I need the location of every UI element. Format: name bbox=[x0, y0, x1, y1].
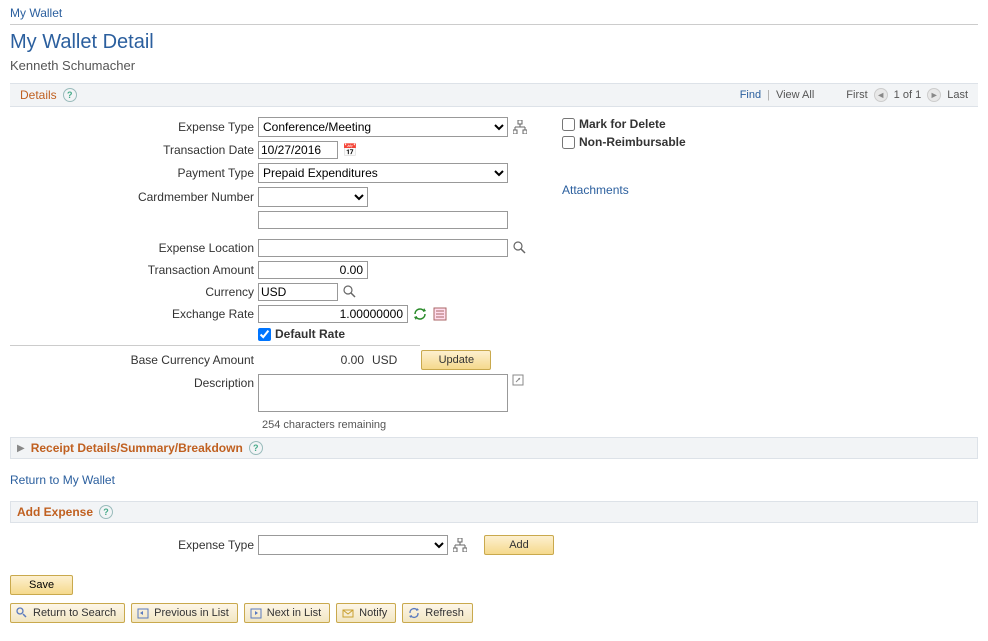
search-icon bbox=[15, 606, 29, 620]
lookup-icon[interactable] bbox=[512, 240, 528, 256]
breadcrumb[interactable]: My Wallet bbox=[0, 0, 988, 24]
add-expense-type-select[interactable] bbox=[258, 535, 448, 555]
divider bbox=[10, 24, 978, 25]
cardmember-select[interactable] bbox=[258, 187, 368, 207]
help-icon[interactable]: ? bbox=[63, 88, 77, 102]
expense-location-input[interactable] bbox=[258, 239, 508, 257]
transaction-date-input[interactable] bbox=[258, 141, 338, 159]
details-section-bar: Details ? Find | View All First ◄ 1 of 1… bbox=[10, 83, 978, 107]
add-expense-bar: Add Expense ? bbox=[10, 501, 978, 523]
calendar-icon[interactable]: 📅 bbox=[342, 142, 358, 158]
save-button[interactable]: Save bbox=[10, 575, 73, 595]
next-list-icon bbox=[249, 606, 263, 620]
transaction-amount-label: Transaction Amount bbox=[10, 263, 258, 277]
expense-type-select[interactable]: Conference/Meeting bbox=[258, 117, 508, 137]
update-button[interactable]: Update bbox=[421, 350, 491, 370]
add-button[interactable]: Add bbox=[484, 535, 554, 555]
next-in-list-label: Next in List bbox=[267, 607, 321, 619]
notify-button[interactable]: Notify bbox=[336, 603, 396, 623]
next-in-list-button[interactable]: Next in List bbox=[244, 603, 330, 623]
return-to-search-button[interactable]: Return to Search bbox=[10, 603, 125, 623]
previous-in-list-button[interactable]: Previous in List bbox=[131, 603, 238, 623]
default-rate-checkbox[interactable] bbox=[258, 328, 271, 341]
help-icon[interactable]: ? bbox=[99, 505, 113, 519]
default-rate-label: Default Rate bbox=[275, 327, 345, 341]
base-currency-label: Base Currency Amount bbox=[10, 353, 258, 367]
prev-list-icon bbox=[136, 606, 150, 620]
base-currency-amount: 0.00 bbox=[258, 353, 368, 367]
return-to-search-label: Return to Search bbox=[33, 607, 116, 619]
details-title: Details bbox=[20, 88, 57, 102]
expense-type-label: Expense Type bbox=[10, 120, 258, 134]
base-currency-code: USD bbox=[372, 353, 397, 367]
refresh-rate-icon[interactable] bbox=[412, 306, 428, 322]
user-name: Kenneth Schumacher bbox=[0, 58, 988, 83]
record-counter: 1 of 1 bbox=[894, 89, 922, 101]
page-title: My Wallet Detail bbox=[0, 29, 988, 58]
mark-delete-label: Mark for Delete bbox=[579, 117, 666, 131]
currency-label: Currency bbox=[10, 285, 258, 299]
exchange-rate-input[interactable] bbox=[258, 305, 408, 323]
expand-triangle-icon[interactable]: ▶ bbox=[17, 443, 25, 454]
notify-label: Notify bbox=[359, 607, 387, 619]
add-expense-title: Add Expense bbox=[17, 505, 93, 519]
help-icon[interactable]: ? bbox=[249, 441, 263, 455]
exchange-rate-label: Exchange Rate bbox=[10, 307, 258, 321]
non-reimbursable-label: Non-Reimbursable bbox=[579, 135, 686, 149]
currency-input[interactable] bbox=[258, 283, 338, 301]
return-to-wallet-link[interactable]: Return to My Wallet bbox=[0, 459, 988, 501]
notify-icon bbox=[341, 606, 355, 620]
expense-location-label: Expense Location bbox=[10, 241, 258, 255]
view-all-link[interactable]: View All bbox=[776, 89, 814, 101]
description-label: Description bbox=[10, 374, 258, 390]
cardmember-label: Cardmember Number bbox=[10, 190, 258, 204]
non-reimbursable-checkbox[interactable] bbox=[562, 136, 575, 149]
attachments-link[interactable]: Attachments bbox=[562, 183, 629, 197]
expand-icon[interactable] bbox=[510, 372, 526, 388]
transaction-date-label: Transaction Date bbox=[10, 143, 258, 157]
char-remaining: 254 characters remaining bbox=[10, 419, 550, 431]
payment-type-select[interactable]: Prepaid Expenditures bbox=[258, 163, 508, 183]
currency-lookup-icon[interactable] bbox=[342, 284, 358, 300]
refresh-icon bbox=[407, 606, 421, 620]
tree-icon[interactable] bbox=[452, 537, 468, 553]
rate-detail-icon[interactable] bbox=[432, 306, 448, 322]
find-link[interactable]: Find bbox=[740, 89, 761, 101]
add-expense-type-label: Expense Type bbox=[10, 538, 258, 552]
receipt-details-section[interactable]: ▶ Receipt Details/Summary/Breakdown ? bbox=[10, 437, 978, 459]
pipe-divider: | bbox=[767, 89, 770, 101]
bottom-toolbar: Return to Search Previous in List Next i… bbox=[0, 597, 988, 633]
receipt-details-title: Receipt Details/Summary/Breakdown bbox=[31, 441, 243, 455]
payment-type-label: Payment Type bbox=[10, 166, 258, 180]
first-link[interactable]: First bbox=[846, 89, 867, 101]
last-link[interactable]: Last bbox=[947, 89, 968, 101]
description-textarea[interactable] bbox=[258, 374, 508, 412]
refresh-button[interactable]: Refresh bbox=[402, 603, 473, 623]
divider bbox=[10, 345, 420, 346]
refresh-label: Refresh bbox=[425, 607, 464, 619]
tree-icon[interactable] bbox=[512, 119, 528, 135]
prev-arrow-icon[interactable]: ◄ bbox=[874, 88, 888, 102]
mark-delete-checkbox[interactable] bbox=[562, 118, 575, 131]
next-arrow-icon[interactable]: ► bbox=[927, 88, 941, 102]
cardmember-text-input[interactable] bbox=[258, 211, 508, 229]
previous-in-list-label: Previous in List bbox=[154, 607, 229, 619]
transaction-amount-input[interactable] bbox=[258, 261, 368, 279]
